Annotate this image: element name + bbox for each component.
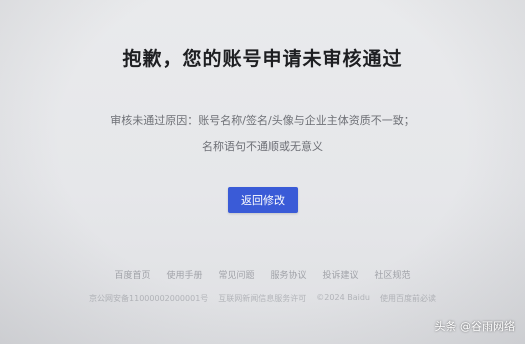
footer-link-baidu-home[interactable]: 百度首页 bbox=[114, 268, 150, 281]
rejection-page: 抱歉，您的账号申请未审核通过 审核未通过原因：账号名称/签名/头像与企业主体资质… bbox=[0, 0, 525, 344]
footer-legal: 京公网安备11000002000001号 互联网新闻信息服务许可 ©2024 B… bbox=[0, 293, 525, 304]
footer-links: 百度首页 使用手册 常见问题 服务协议 投诉建议 社区规范 bbox=[0, 268, 525, 281]
must-read-link[interactable]: 使用百度前必读 bbox=[380, 293, 436, 304]
back-to-edit-button[interactable]: 返回修改 bbox=[228, 187, 298, 213]
footer-link-complaints[interactable]: 投诉建议 bbox=[323, 268, 359, 281]
copyright: ©2024 Baidu bbox=[316, 293, 370, 302]
icp-record[interactable]: 京公网安备11000002000001号 bbox=[89, 293, 208, 304]
news-license[interactable]: 互联网新闻信息服务许可 bbox=[218, 293, 306, 304]
footer-link-user-manual[interactable]: 使用手册 bbox=[166, 268, 202, 281]
footer-link-faq[interactable]: 常见问题 bbox=[218, 268, 254, 281]
page-title: 抱歉，您的账号申请未审核通过 bbox=[122, 48, 403, 70]
rejection-reason-text-continued: 名称语句不通顺或无意义 bbox=[202, 140, 323, 153]
watermark: 头条 @谷雨网络 bbox=[434, 320, 516, 333]
rejection-reason-text: 审核未通过原因：账号名称/签名/头像与企业主体资质不一致； bbox=[110, 114, 415, 127]
footer-link-community-rules[interactable]: 社区规范 bbox=[375, 268, 411, 281]
footer-link-service-agreement[interactable]: 服务协议 bbox=[271, 268, 307, 281]
